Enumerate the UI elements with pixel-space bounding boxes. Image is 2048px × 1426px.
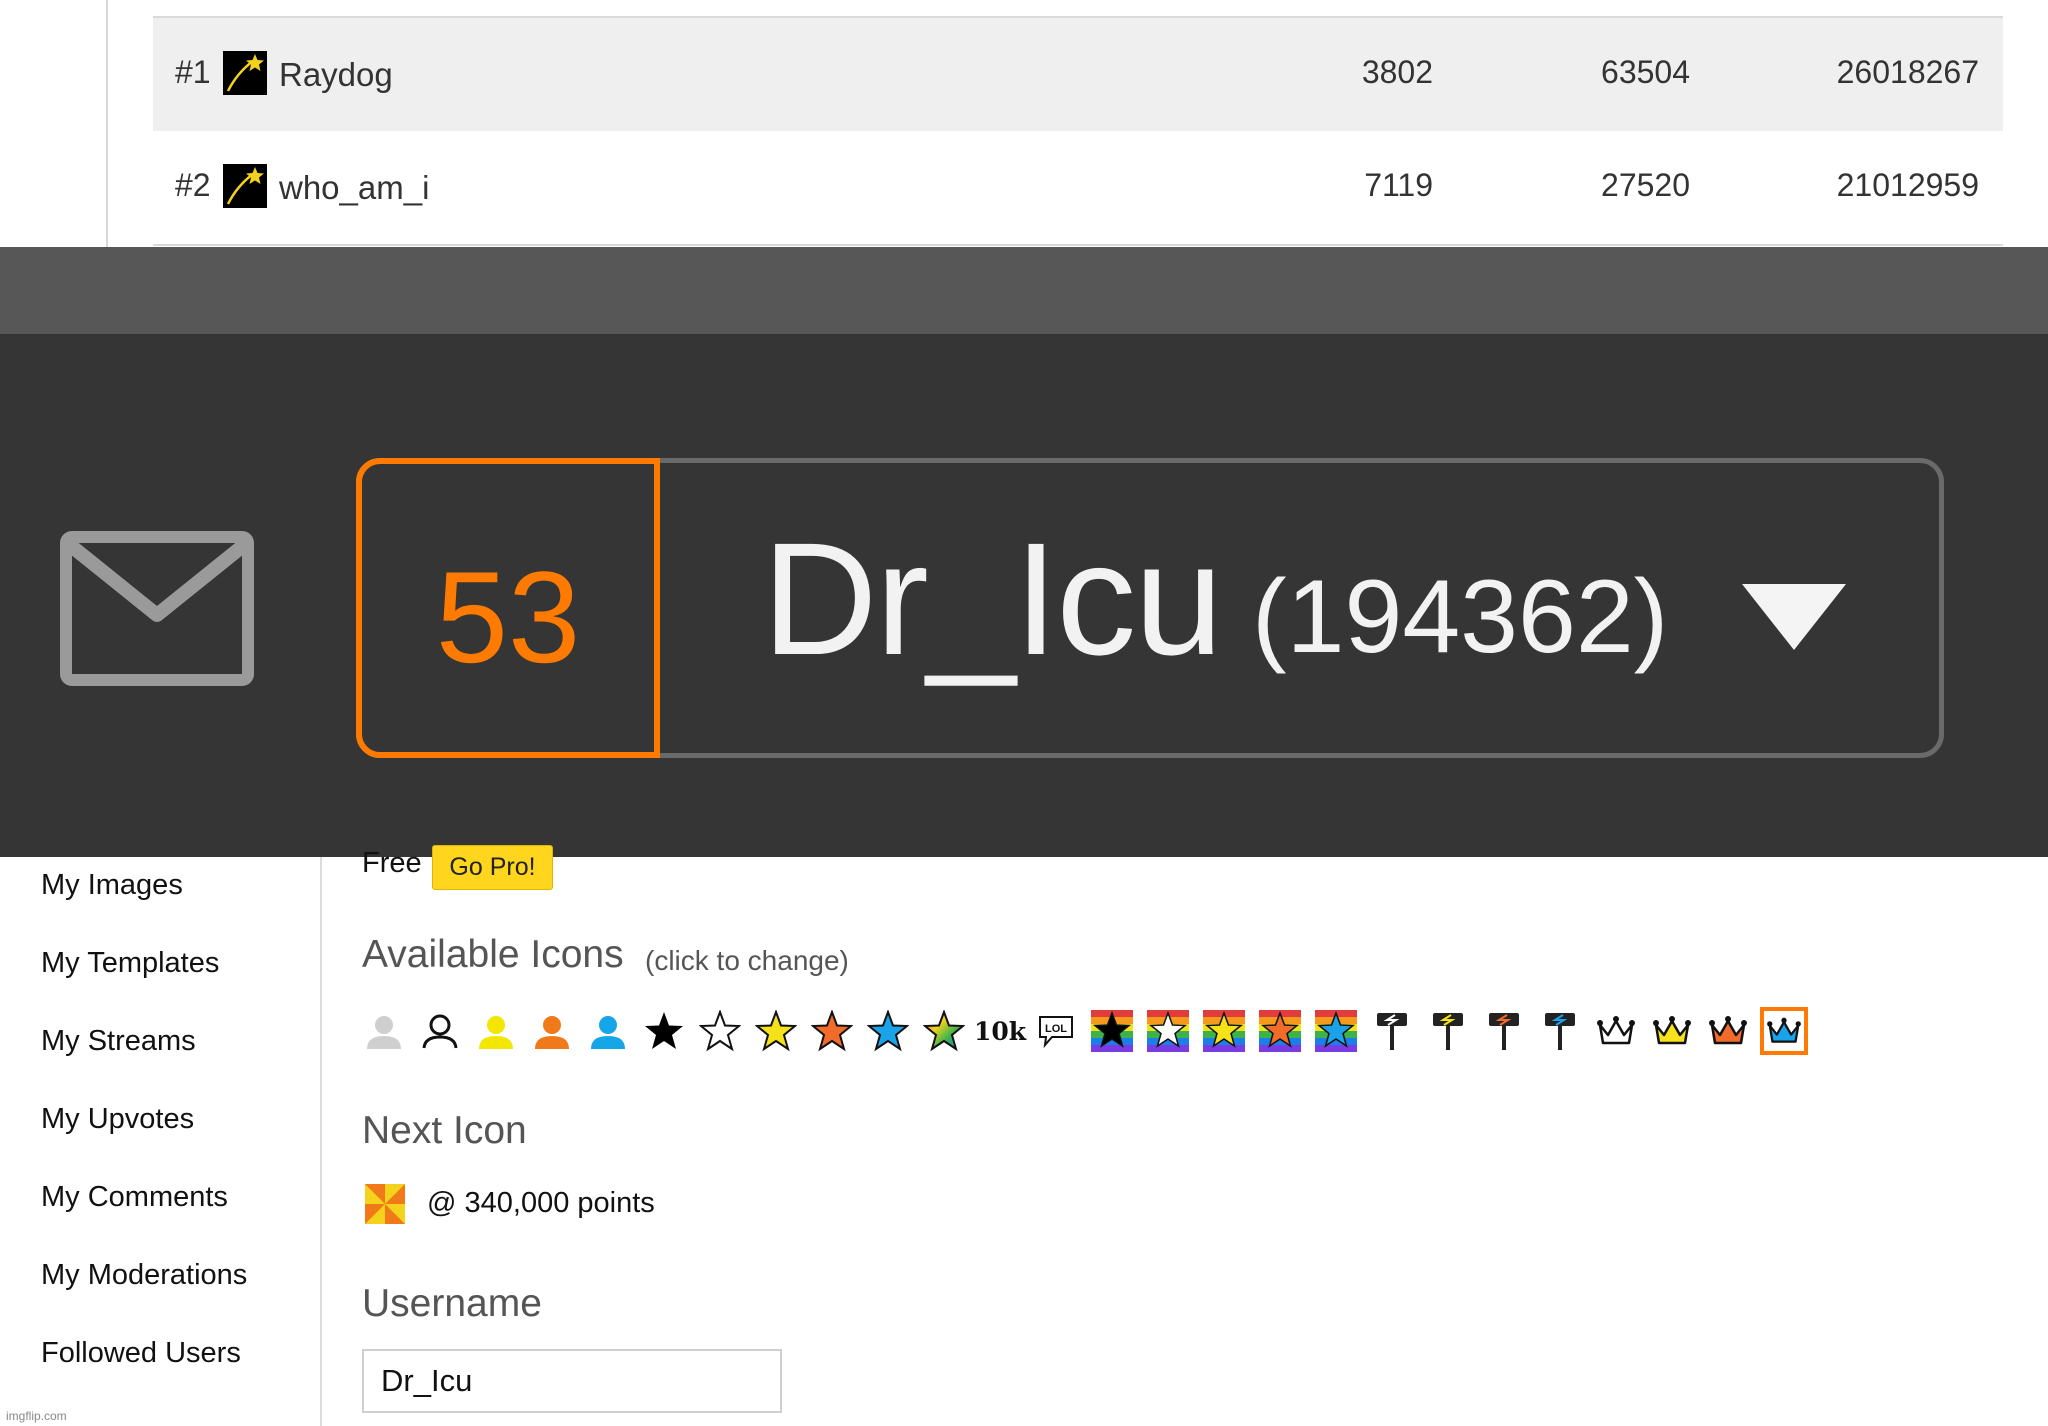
stat-value: 3802 — [1361, 54, 1433, 90]
white-crown-icon[interactable] — [1592, 1007, 1640, 1055]
orange-star-stripes-icon[interactable] — [1256, 1007, 1304, 1055]
rank: #2 — [175, 167, 211, 203]
next-icon-requirement: @ 340,000 points — [427, 1187, 655, 1219]
header-points: (194362) — [1252, 559, 1669, 675]
yellow-star-icon[interactable] — [752, 1007, 800, 1055]
sidebar-divider — [320, 857, 322, 1426]
watermark: imgflip.com — [6, 1409, 67, 1423]
next-icon-title: Next Icon — [362, 1109, 527, 1152]
available-icons-title: Available Icons — [362, 933, 624, 976]
orange-crown-icon[interactable] — [1704, 1007, 1752, 1055]
white-hammer-icon[interactable] — [1368, 1007, 1416, 1055]
username-link[interactable]: Raydog — [279, 56, 393, 94]
white-star-icon[interactable] — [696, 1007, 744, 1055]
notification-count: 53 — [435, 544, 581, 690]
notification-badge[interactable]: 53 — [356, 458, 660, 758]
shooting-star-icon — [223, 51, 267, 95]
stat-value: 21012959 — [1836, 167, 1979, 203]
left-divider — [106, 0, 108, 247]
orange-star-icon[interactable] — [808, 1007, 856, 1055]
site-header: 53 Dr_Icu (194362) — [0, 334, 2048, 857]
sidebar-item-my-comments[interactable]: My Comments — [41, 1181, 228, 1214]
blue-hammer-icon[interactable] — [1536, 1007, 1584, 1055]
blue-star-stripes-icon[interactable] — [1312, 1007, 1360, 1055]
stat-value: 63504 — [1601, 54, 1690, 90]
stat-value: 26018267 — [1836, 54, 1979, 90]
caret-down-icon[interactable] — [1742, 584, 1846, 657]
sidebar-item-my-templates[interactable]: My Templates — [41, 947, 219, 980]
table-row[interactable]: #1 Raydog 3802 63504 26018267 — [153, 16, 2003, 133]
lol-text: LOL — [1045, 1023, 1067, 1035]
rainbow-star-icon[interactable] — [920, 1007, 968, 1055]
username-link[interactable]: who_am_i — [279, 169, 429, 207]
sidebar-item-my-moderations[interactable]: My Moderations — [41, 1259, 247, 1292]
mail-icon[interactable] — [60, 531, 254, 691]
outline-user-icon[interactable] — [416, 1007, 464, 1055]
10k-text: 10k — [973, 1016, 1027, 1046]
leaderboard-table: #1 Raydog 3802 63504 26018267 #2 who_am_… — [0, 0, 2048, 247]
username-title: Username — [362, 1282, 542, 1325]
sidebar-item-my-streams[interactable]: My Streams — [41, 1025, 196, 1058]
yellow-crown-icon[interactable] — [1648, 1007, 1696, 1055]
pinwheel-icon — [365, 1184, 405, 1229]
gray-user-icon[interactable] — [360, 1007, 408, 1055]
blue-star-icon[interactable] — [864, 1007, 912, 1055]
yellow-star-stripes-icon[interactable] — [1200, 1007, 1248, 1055]
10k-icon[interactable]: 10k — [973, 1007, 1027, 1055]
table-row[interactable]: #2 who_am_i 7119 27520 21012959 — [153, 131, 2003, 246]
rank: #1 — [175, 54, 211, 90]
blue-crown-icon[interactable] — [1760, 1007, 1808, 1055]
go-pro-button[interactable]: Go Pro! — [432, 845, 553, 890]
plan-label: Free — [362, 847, 422, 879]
shooting-star-icon — [223, 164, 267, 208]
sidebar-item-followed-users[interactable]: Followed Users — [41, 1337, 241, 1370]
white-star-stripes-icon[interactable] — [1144, 1007, 1192, 1055]
stat-value: 7119 — [1364, 167, 1433, 203]
orange-user-icon[interactable] — [528, 1007, 576, 1055]
yellow-hammer-icon[interactable] — [1424, 1007, 1472, 1055]
header-username[interactable]: Dr_Icu — [762, 519, 1223, 679]
available-icons-hint: (click to change) — [645, 945, 849, 976]
blue-user-icon[interactable] — [584, 1007, 632, 1055]
sidebar-item-my-images[interactable]: My Images — [41, 869, 183, 902]
header-top-bar — [0, 247, 2048, 334]
username-input[interactable] — [362, 1349, 782, 1413]
black-star-stripes-icon[interactable] — [1088, 1007, 1136, 1055]
lol-bubble-icon[interactable]: LOL — [1032, 1007, 1080, 1055]
orange-hammer-icon[interactable] — [1480, 1007, 1528, 1055]
yellow-user-icon[interactable] — [472, 1007, 520, 1055]
sidebar-item-my-upvotes[interactable]: My Upvotes — [41, 1103, 194, 1136]
account-page: My Images My Templates My Streams My Upv… — [0, 845, 2048, 1426]
stat-value: 27520 — [1601, 167, 1690, 203]
black-star-icon[interactable] — [640, 1007, 688, 1055]
